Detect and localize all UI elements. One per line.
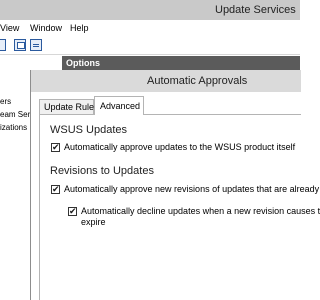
menu-bar: View Window Help xyxy=(0,20,300,37)
toolbar-back-icon[interactable] xyxy=(0,39,6,51)
tab-update-rules[interactable]: Update Rules xyxy=(39,99,99,114)
menu-help[interactable]: Help xyxy=(70,23,89,33)
approve-revisions-checkbox[interactable]: ✔ xyxy=(51,184,60,194)
revisions-heading: Revisions to Updates xyxy=(50,165,154,177)
advanced-tab-panel: WSUS Updates ✔ Automatically approve upd… xyxy=(39,114,320,300)
menu-view[interactable]: View xyxy=(0,23,19,33)
decline-expired-label: Automatically decline updates when a new… xyxy=(81,206,320,228)
dialog-titlebar[interactable]: Automatic Approvals xyxy=(31,70,301,92)
navigation-tree: ers eam Serv izations xyxy=(0,56,32,300)
approve-revisions-label: Automatically approve new revisions of u… xyxy=(64,184,320,194)
dialog-title: Automatic Approvals xyxy=(147,75,248,87)
toolbar xyxy=(0,37,300,55)
approve-wsus-updates-label: Automatically approve updates to the WSU… xyxy=(64,142,296,152)
decline-expired-label-line2: expire xyxy=(81,217,106,227)
check-mark-icon: ✔ xyxy=(52,142,60,152)
dialog-body: Update Rules Advanced WSUS Updates ✔ Aut… xyxy=(31,92,320,300)
options-header: Options xyxy=(62,56,300,70)
check-mark-icon: ✔ xyxy=(52,184,60,194)
approve-wsus-updates-option[interactable]: ✔ Automatically approve updates to the W… xyxy=(51,142,295,153)
window-title: Update Services xyxy=(215,4,296,16)
decline-expired-option[interactable]: ✔ Automatically decline updates when a n… xyxy=(68,206,320,228)
check-mark-icon: ✔ xyxy=(69,206,77,216)
decline-expired-label-line1: Automatically decline updates when a new… xyxy=(81,206,320,216)
approve-wsus-updates-checkbox[interactable]: ✔ xyxy=(51,142,60,152)
decline-expired-checkbox[interactable]: ✔ xyxy=(68,206,77,216)
toolbar-show-hide-icon[interactable] xyxy=(30,39,42,51)
menu-window[interactable]: Window xyxy=(30,23,62,33)
tree-node[interactable]: izations xyxy=(0,123,27,132)
options-header-label: Options xyxy=(66,58,100,68)
wsus-updates-heading: WSUS Updates xyxy=(50,124,128,136)
tree-node[interactable]: eam Serv xyxy=(0,110,32,119)
automatic-approvals-dialog: Automatic Approvals Update Rules Advance… xyxy=(30,70,320,300)
toolbar-properties-icon[interactable] xyxy=(14,39,26,51)
tab-advanced[interactable]: Advanced xyxy=(94,96,144,115)
approve-revisions-option[interactable]: ✔ Automatically approve new revisions of… xyxy=(51,184,319,195)
main-window-titlebar[interactable]: Update Services xyxy=(0,0,300,20)
tree-node[interactable]: ers xyxy=(0,97,11,106)
